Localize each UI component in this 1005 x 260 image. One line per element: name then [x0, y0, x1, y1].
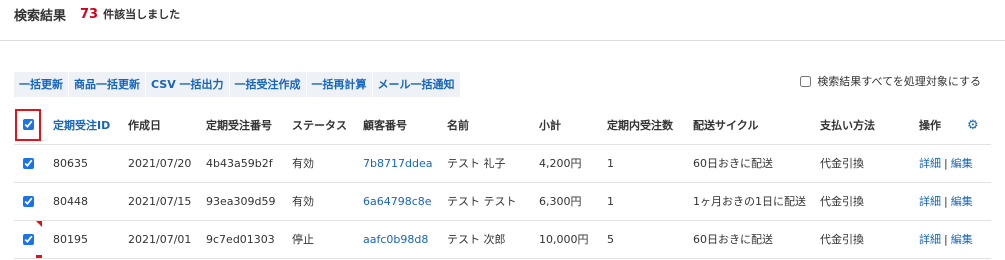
bulk-create-order-button[interactable]: 一括受注作成 — [229, 72, 306, 97]
bulk-product-update-button[interactable]: 商品一括更新 — [69, 72, 145, 97]
row-checkbox-cell — [14, 182, 53, 220]
cell-id: 80448 — [53, 194, 88, 208]
search-result-summary: 検索結果 73 件該当しました — [14, 4, 180, 24]
cell-actions: 詳細 | 編集 — [919, 220, 991, 258]
select-all-results-checkbox[interactable] — [800, 75, 812, 87]
bulk-csv-export-button[interactable]: CSV 一括出力 — [146, 72, 229, 97]
cell-subtotal: 4,200円 — [539, 157, 582, 170]
bulk-action-toolbar: 一括更新 商品一括更新 CSV 一括出力 一括受注作成 一括再計算 メール一括通… — [14, 72, 461, 97]
cell-created: 2021/07/20 — [128, 156, 192, 170]
cell-customer-no: aafc0b98d8 — [363, 220, 447, 258]
column-header-created: 作成日 — [128, 118, 161, 132]
cell-id: 80195 — [53, 232, 88, 246]
cell-customer-no: 7b8717ddea — [363, 144, 447, 182]
cell-order-count: 1 — [607, 156, 614, 170]
cell-name: テスト 次郎 — [447, 233, 506, 246]
cell-cycle: 1ヶ月おきの1日に配送 — [693, 195, 806, 208]
detail-link[interactable]: 詳細 — [919, 233, 941, 246]
action-separator: | — [944, 195, 948, 208]
cell-customer-no: 6a64798c8e — [363, 182, 447, 220]
row-checkbox[interactable] — [23, 158, 34, 169]
edit-link[interactable]: 編集 — [951, 195, 973, 208]
row-flag-marker-bottom — [36, 254, 42, 258]
bulk-mail-notify-button[interactable]: メール一括通知 — [372, 72, 460, 97]
cell-order-no: 93ea309d59 — [206, 194, 276, 208]
column-header-order-no: 定期受注番号 — [206, 118, 272, 132]
column-header-status: ステータス — [292, 118, 347, 132]
cell-actions: 詳細 | 編集 — [919, 182, 991, 220]
column-header-actions: 操作 ⚙ — [919, 106, 991, 144]
bulk-recalculate-button[interactable]: 一括再計算 — [306, 72, 372, 97]
header-select-all-checkbox[interactable] — [22, 119, 34, 131]
row-checkbox[interactable] — [23, 234, 34, 245]
select-all-results-label: 検索結果すべてを処理対象にする — [817, 75, 981, 88]
column-header-id[interactable]: 定期受注ID — [53, 106, 128, 144]
edit-link[interactable]: 編集 — [951, 233, 973, 246]
row-checkbox[interactable] — [23, 196, 34, 207]
header-checkbox-cell — [14, 106, 53, 144]
column-header-subtotal: 小計 — [539, 118, 561, 132]
cell-payment: 代金引換 — [820, 157, 864, 170]
cell-name: テスト テスト — [447, 195, 517, 208]
customer-link[interactable]: 6a64798c8e — [363, 195, 432, 208]
column-header-actions-label: 操作 — [919, 118, 941, 132]
search-result-label: 検索結果 — [14, 8, 67, 24]
detail-link[interactable]: 詳細 — [919, 195, 941, 208]
cell-id: 80635 — [53, 156, 88, 170]
cell-order-count: 5 — [607, 232, 614, 246]
cell-actions: 詳細 | 編集 — [919, 144, 991, 182]
cell-created: 2021/07/01 — [128, 232, 192, 246]
row-checkbox-cell — [14, 220, 53, 258]
subscription-order-table: 定期受注ID 作成日 定期受注番号 ステータス 顧客番号 名前 小計 定期内受注… — [14, 106, 991, 259]
cell-cycle: 60日おきに配送 — [693, 233, 773, 246]
table-header-row: 定期受注ID 作成日 定期受注番号 ステータス 顧客番号 名前 小計 定期内受注… — [14, 106, 991, 144]
cell-created: 2021/07/15 — [128, 194, 192, 208]
search-result-count: 73 — [80, 6, 99, 22]
cell-subtotal: 10,000円 — [539, 233, 589, 246]
select-all-results[interactable]: 検索結果すべてを処理対象にする — [800, 73, 981, 89]
gear-icon[interactable]: ⚙ — [967, 118, 979, 133]
cell-order-no: 9c7ed01303 — [206, 232, 275, 246]
detail-link[interactable]: 詳細 — [919, 157, 941, 170]
cell-order-no: 4b43a59b2f — [206, 156, 273, 170]
action-separator: | — [944, 233, 948, 246]
cell-status: 停止 — [292, 233, 314, 246]
table-row: 80635 2021/07/20 4b43a59b2f 有効 7b8717dde… — [14, 144, 991, 182]
search-result-suffix: 件該当しました — [103, 8, 181, 21]
cell-status: 有効 — [292, 195, 314, 208]
header-checkbox-highlight — [15, 108, 41, 141]
cell-order-count: 1 — [607, 194, 614, 208]
row-flag-marker — [36, 220, 42, 227]
cell-subtotal: 6,300円 — [539, 195, 582, 208]
action-separator: | — [944, 157, 948, 170]
column-header-name: 名前 — [447, 118, 469, 132]
table-row: 80448 2021/07/15 93ea309d59 有効 6a64798c8… — [14, 182, 991, 220]
row-checkbox-cell — [14, 144, 53, 182]
customer-link[interactable]: aafc0b98d8 — [363, 233, 428, 246]
column-header-customer-no: 顧客番号 — [363, 118, 407, 132]
divider — [0, 40, 1005, 41]
edit-link[interactable]: 編集 — [951, 157, 973, 170]
column-header-cycle: 配送サイクル — [693, 118, 759, 132]
column-header-payment: 支払い方法 — [820, 118, 875, 132]
cell-cycle: 60日おきに配送 — [693, 157, 773, 170]
column-header-order-count: 定期内受注数 — [607, 118, 673, 132]
cell-payment: 代金引換 — [820, 233, 864, 246]
cell-name: テスト 礼子 — [447, 157, 506, 170]
cell-payment: 代金引換 — [820, 195, 864, 208]
cell-status: 有効 — [292, 157, 314, 170]
bulk-update-button[interactable]: 一括更新 — [14, 72, 68, 97]
table-row: 80195 2021/07/01 9c7ed01303 停止 aafc0b98d… — [14, 220, 991, 258]
customer-link[interactable]: 7b8717ddea — [363, 157, 432, 170]
